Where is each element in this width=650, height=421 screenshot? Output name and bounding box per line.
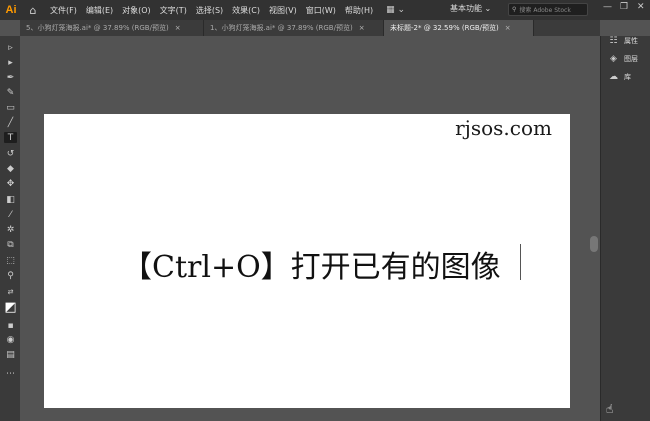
draw-mode-icon[interactable]: ◉ <box>4 334 17 345</box>
swap-colors-icon[interactable]: ⇄ <box>4 286 17 297</box>
menu-view[interactable]: 视图(V) <box>269 5 297 16</box>
close-window-button[interactable]: ✕ <box>637 2 645 12</box>
minimize-button[interactable]: — <box>603 2 612 12</box>
puppet-warp-tool-icon[interactable]: ✥ <box>4 178 17 189</box>
artboard[interactable]: rjsos.com 【Ctrl+O】打开已有的图像 <box>44 114 570 408</box>
menu-file[interactable]: 文件(F) <box>50 5 77 16</box>
text-cursor <box>520 244 521 280</box>
tab-label: 5、小狗灯笼海报.ai* @ 37.89% (RGB/预览) <box>26 24 169 32</box>
eyedropper-tool-icon[interactable]: ⁄ <box>4 209 17 220</box>
libraries-label: 库 <box>624 73 631 81</box>
artboard-tool-icon[interactable]: ⬚ <box>4 255 17 266</box>
properties-label: 属性 <box>624 37 638 45</box>
layers-label: 图层 <box>624 55 638 63</box>
tab-untitled-2[interactable]: 未标题-2* @ 32.59% (RGB/预览) × <box>384 20 534 36</box>
tab-document-1[interactable]: 1、小狗灯笼海报.ai* @ 37.89% (RGB/预览) × <box>204 20 384 36</box>
direct-selection-tool-icon[interactable]: ▸ <box>4 57 17 68</box>
libraries-panel-button[interactable]: ☁ 库 <box>608 72 631 82</box>
close-tab-icon[interactable]: × <box>505 24 511 32</box>
menu-effect[interactable]: 效果(C) <box>232 5 260 16</box>
gradient-tool-icon[interactable]: ◧ <box>4 194 17 205</box>
rotate-tool-icon[interactable]: ↺ <box>4 148 17 159</box>
properties-icon: ☷ <box>609 36 618 46</box>
menu-object[interactable]: 对象(O) <box>122 5 151 16</box>
selection-tool-icon[interactable]: ▹ <box>4 42 17 53</box>
tab-label: 未标题-2* @ 32.59% (RGB/预览) <box>390 24 499 32</box>
headline-text[interactable]: 【Ctrl+O】打开已有的图像 <box>122 242 501 286</box>
screen-mode-icon[interactable]: ▤ <box>4 349 17 360</box>
more-tools-icon[interactable]: ⋯ <box>4 368 17 379</box>
eraser-tool-icon[interactable]: ◆ <box>4 163 17 174</box>
properties-panel-button[interactable]: ☷ 属性 <box>608 36 638 46</box>
menu-edit[interactable]: 编辑(E) <box>86 5 113 16</box>
menu-window[interactable]: 窗口(W) <box>306 5 336 16</box>
restore-button[interactable]: ❐ <box>620 2 628 12</box>
workspace-switcher[interactable]: 基本功能 ⌄ <box>450 3 491 14</box>
close-tab-icon[interactable]: × <box>175 24 181 32</box>
layers-icon: ◈ <box>610 54 617 64</box>
tab-label: 1、小狗灯笼海报.ai* @ 37.89% (RGB/预览) <box>210 24 353 32</box>
type-tool-icon[interactable]: T <box>4 132 17 143</box>
zoom-tool-icon[interactable]: ⚲ <box>4 270 17 281</box>
search-placeholder: 搜索 Adobe Stock <box>519 7 571 14</box>
paintbrush-tool-icon[interactable]: ╱ <box>4 117 17 128</box>
libraries-icon: ☁ <box>609 72 618 82</box>
color-mode-icon[interactable]: ▪ <box>4 320 17 331</box>
close-tab-icon[interactable]: × <box>359 24 365 32</box>
menu-select[interactable]: 选择(S) <box>196 5 223 16</box>
shape-builder-tool-icon[interactable]: ⧉ <box>4 239 17 250</box>
menu-type[interactable]: 文字(T) <box>160 5 187 16</box>
tools-panel: ▹ ▸ ✒ ✎ ▭ ╱ T ↺ ◆ ✥ ◧ ⁄ ✲ ⧉ ⬚ ⚲ ⇄ ◩ ▪ ◉ … <box>0 36 20 421</box>
symbol-sprayer-tool-icon[interactable]: ✲ <box>4 224 17 235</box>
watermark-text: rjsos.com <box>455 116 552 140</box>
fill-stroke-icon[interactable]: ◩ <box>4 300 17 315</box>
right-panel: ☷ 属性 ◈ 图层 ☁ 库 <box>601 36 650 421</box>
vertical-scrollbar[interactable] <box>590 236 598 252</box>
menu-help[interactable]: 帮助(H) <box>345 5 373 16</box>
document-tabs: 5、小狗灯笼海报.ai* @ 37.89% (RGB/预览) × 1、小狗灯笼海… <box>20 20 600 36</box>
pen-tool-icon[interactable]: ✒ <box>4 72 17 83</box>
tab-document-5[interactable]: 5、小狗灯笼海报.ai* @ 37.89% (RGB/预览) × <box>20 20 204 36</box>
curvature-tool-icon[interactable]: ✎ <box>4 87 17 98</box>
app-logo: Ai <box>5 4 17 16</box>
arrange-documents-button[interactable]: ▦ ⌄ <box>386 5 405 15</box>
stock-search-input[interactable]: ⚲ 搜索 Adobe Stock <box>508 3 588 16</box>
rectangle-tool-icon[interactable]: ▭ <box>4 102 17 113</box>
home-icon[interactable]: ⌂ <box>26 3 40 17</box>
hand-cursor-icon: ☝ <box>606 402 614 416</box>
layers-panel-button[interactable]: ◈ 图层 <box>608 54 638 64</box>
search-icon: ⚲ <box>512 6 517 13</box>
